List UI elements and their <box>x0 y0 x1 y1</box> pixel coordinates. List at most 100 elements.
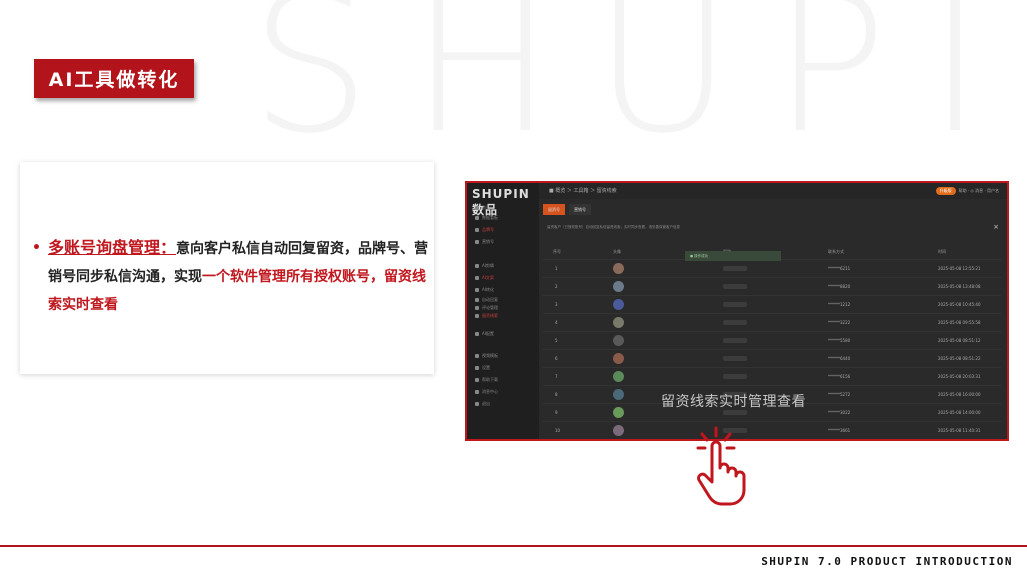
avatar <box>613 371 624 382</box>
watermark-text: SHUPIN <box>250 0 1027 175</box>
avatar <box>613 335 624 346</box>
row-number: 6 <box>555 356 558 361</box>
sidebar-item[interactable]: 自动回复 <box>475 297 498 303</box>
table-row[interactable]: 4 ******3222 2025-05-08 09:55:58 <box>543 313 1001 331</box>
col-avatar: 头像 <box>613 249 621 254</box>
time-value: 2025-05-08 10:45:40 <box>938 302 981 307</box>
sidebar-item-label: 留资线索 <box>482 313 498 318</box>
table-row[interactable]: 10 ******3661 2025-05-08 11:40:31 <box>543 421 1001 439</box>
nav-icon <box>475 206 479 210</box>
table-row[interactable]: 5 ******5580 2025-05-08 08:51:12 <box>543 331 1001 349</box>
row-number: 1 <box>555 266 558 271</box>
time-value: 2025-05-08 08:51:12 <box>938 338 981 343</box>
col-time: 时间 <box>938 249 946 254</box>
nav-icon <box>475 332 479 336</box>
sidebar-item[interactable]: AI文案 <box>475 275 494 281</box>
upgrade-button[interactable]: 升级版 <box>935 187 956 195</box>
tab-lead-account[interactable]: 留资号 <box>543 204 565 215</box>
table-row[interactable]: 6 ******6440 2025-05-08 08:51:22 <box>543 349 1001 367</box>
contact-value: ******1212 <box>828 302 851 307</box>
table-row[interactable]: 3 ******1212 2025-05-08 10:45:40 <box>543 295 1001 313</box>
slide: SHUPIN AI工具做转化 • 多账号询盘管理：意向客户私信自动回复留资，品牌… <box>0 0 1027 580</box>
table-row[interactable]: 1 ******6211 2025-05-08 12:55:21 <box>543 259 1001 277</box>
close-icon[interactable]: × <box>993 223 999 231</box>
page-title: AI工具做转化 <box>34 59 194 98</box>
footer-text: SHUPIN 7.0 PRODUCT INTRODUCTION <box>761 555 1013 568</box>
pointing-hand-icon <box>696 426 746 506</box>
sidebar-item-label: 消息中心 <box>482 389 498 394</box>
nav-icon <box>475 240 479 244</box>
nickname-blurred <box>723 374 747 379</box>
sidebar-item[interactable]: AI配置 <box>475 331 494 337</box>
sidebar-item[interactable]: 留资线索 <box>475 313 498 319</box>
contact-value: ******3661 <box>828 428 851 433</box>
user-menu[interactable]: 帮助 · ◎ 消息 · 用户名 <box>959 188 999 193</box>
nav-icon <box>475 378 479 382</box>
row-number: 10 <box>555 428 561 433</box>
sidebar-item-label: 设置 <box>482 365 490 370</box>
sidebar-item-label: 数据看板 <box>482 215 498 220</box>
contact-value: ******8820 <box>828 284 851 289</box>
nav-icon <box>475 228 479 232</box>
sidebar-item-label: AI转化 <box>482 287 494 292</box>
contact-value: ******6440 <box>828 356 851 361</box>
sidebar-item-label: AI文案 <box>482 275 494 280</box>
time-value: 2025-05-08 11:40:31 <box>938 428 981 433</box>
row-number: 4 <box>555 320 558 325</box>
tab-marketing-account[interactable]: 营销号 <box>569 204 591 215</box>
sidebar-item[interactable]: 营销号 <box>475 239 494 245</box>
sidebar-item[interactable]: 数据看板 <box>475 215 498 221</box>
sidebar-item[interactable]: 视频模板 <box>475 353 498 359</box>
contact-value: ******6211 <box>828 266 851 271</box>
row-number: 3 <box>555 302 558 307</box>
sidebar-item-label: 评论管理 <box>482 305 498 310</box>
row-number: 5 <box>555 338 558 343</box>
sidebar-item[interactable]: 退出 <box>475 401 490 407</box>
sidebar-item[interactable]: AI剪辑 <box>475 263 494 269</box>
breadcrumb: ■ 概览 ＞ 工具箱 ＞ 留资线索 <box>549 188 617 194</box>
row-number: 9 <box>555 410 558 415</box>
sidebar-item-label: 营销号 <box>482 239 494 244</box>
avatar <box>613 317 624 328</box>
table-row[interactable]: 2 ******8820 2025-05-08 13:48:08 <box>543 277 1001 295</box>
feature-heading: 多账号询盘管理： <box>48 238 177 257</box>
nickname-blurred <box>723 320 747 325</box>
overlay-caption: 留资线索实时管理查看 <box>661 394 806 410</box>
sidebar-item-label: 自动回复 <box>482 297 498 302</box>
sidebar-item[interactable]: 评论管理 <box>475 305 498 311</box>
row-number: 7 <box>555 374 558 379</box>
top-bar: ■ 概览 ＞ 工具箱 ＞ 留资线索 升级版 帮助 · ◎ 消息 · 用户名 <box>539 183 1007 199</box>
app-logo: SHUPIN 数品 <box>472 187 530 217</box>
app-screenshot: SHUPIN 数品 首页 数据看板 品牌号 营销号 AI剪辑 AI文案 AI转化 自动回复 评论… <box>465 181 1009 441</box>
col-contact: 联系方式 <box>828 249 844 254</box>
nav-icon <box>475 264 479 268</box>
sidebar-item-label: 退出 <box>482 401 490 406</box>
nav-icon <box>475 314 479 318</box>
nav-icon <box>475 402 479 406</box>
nav-icon <box>475 306 479 310</box>
time-value: 2025-05-08 14:00:00 <box>938 410 981 415</box>
sidebar-item[interactable]: AI转化 <box>475 287 494 293</box>
time-value: 2025-05-08 12:55:21 <box>938 266 981 271</box>
col-no: 序号 <box>553 249 561 254</box>
nav-icon <box>475 298 479 302</box>
sidebar-item-label: AI配置 <box>482 331 494 336</box>
feature-description: • 多账号询盘管理：意向客户私信自动回复留资，品牌号、营销号同步私信沟通，实现一… <box>32 234 428 319</box>
sidebar-item[interactable]: 首页 <box>475 205 490 211</box>
sidebar-item[interactable]: 品牌号 <box>475 227 494 233</box>
sidebar-item-label: 首页 <box>482 205 490 210</box>
top-right-tools: 升级版 帮助 · ◎ 消息 · 用户名 <box>935 187 999 195</box>
sidebar-item[interactable]: 设置 <box>475 365 490 371</box>
sidebar-item[interactable]: 消息中心 <box>475 389 498 395</box>
nickname-blurred <box>723 356 747 361</box>
nickname-blurred <box>723 266 747 271</box>
footer-divider <box>0 545 1027 547</box>
nav-icon <box>475 216 479 220</box>
nav-icon <box>475 276 479 280</box>
contact-value: ******3022 <box>828 410 851 415</box>
avatar <box>613 425 624 436</box>
table-row[interactable]: 7 ******6156 2025-05-08 20:03:31 <box>543 367 1001 385</box>
sidebar-item[interactable]: 帮助下载 <box>475 377 498 383</box>
avatar <box>613 299 624 310</box>
time-value: 2025-05-08 09:55:58 <box>938 320 981 325</box>
